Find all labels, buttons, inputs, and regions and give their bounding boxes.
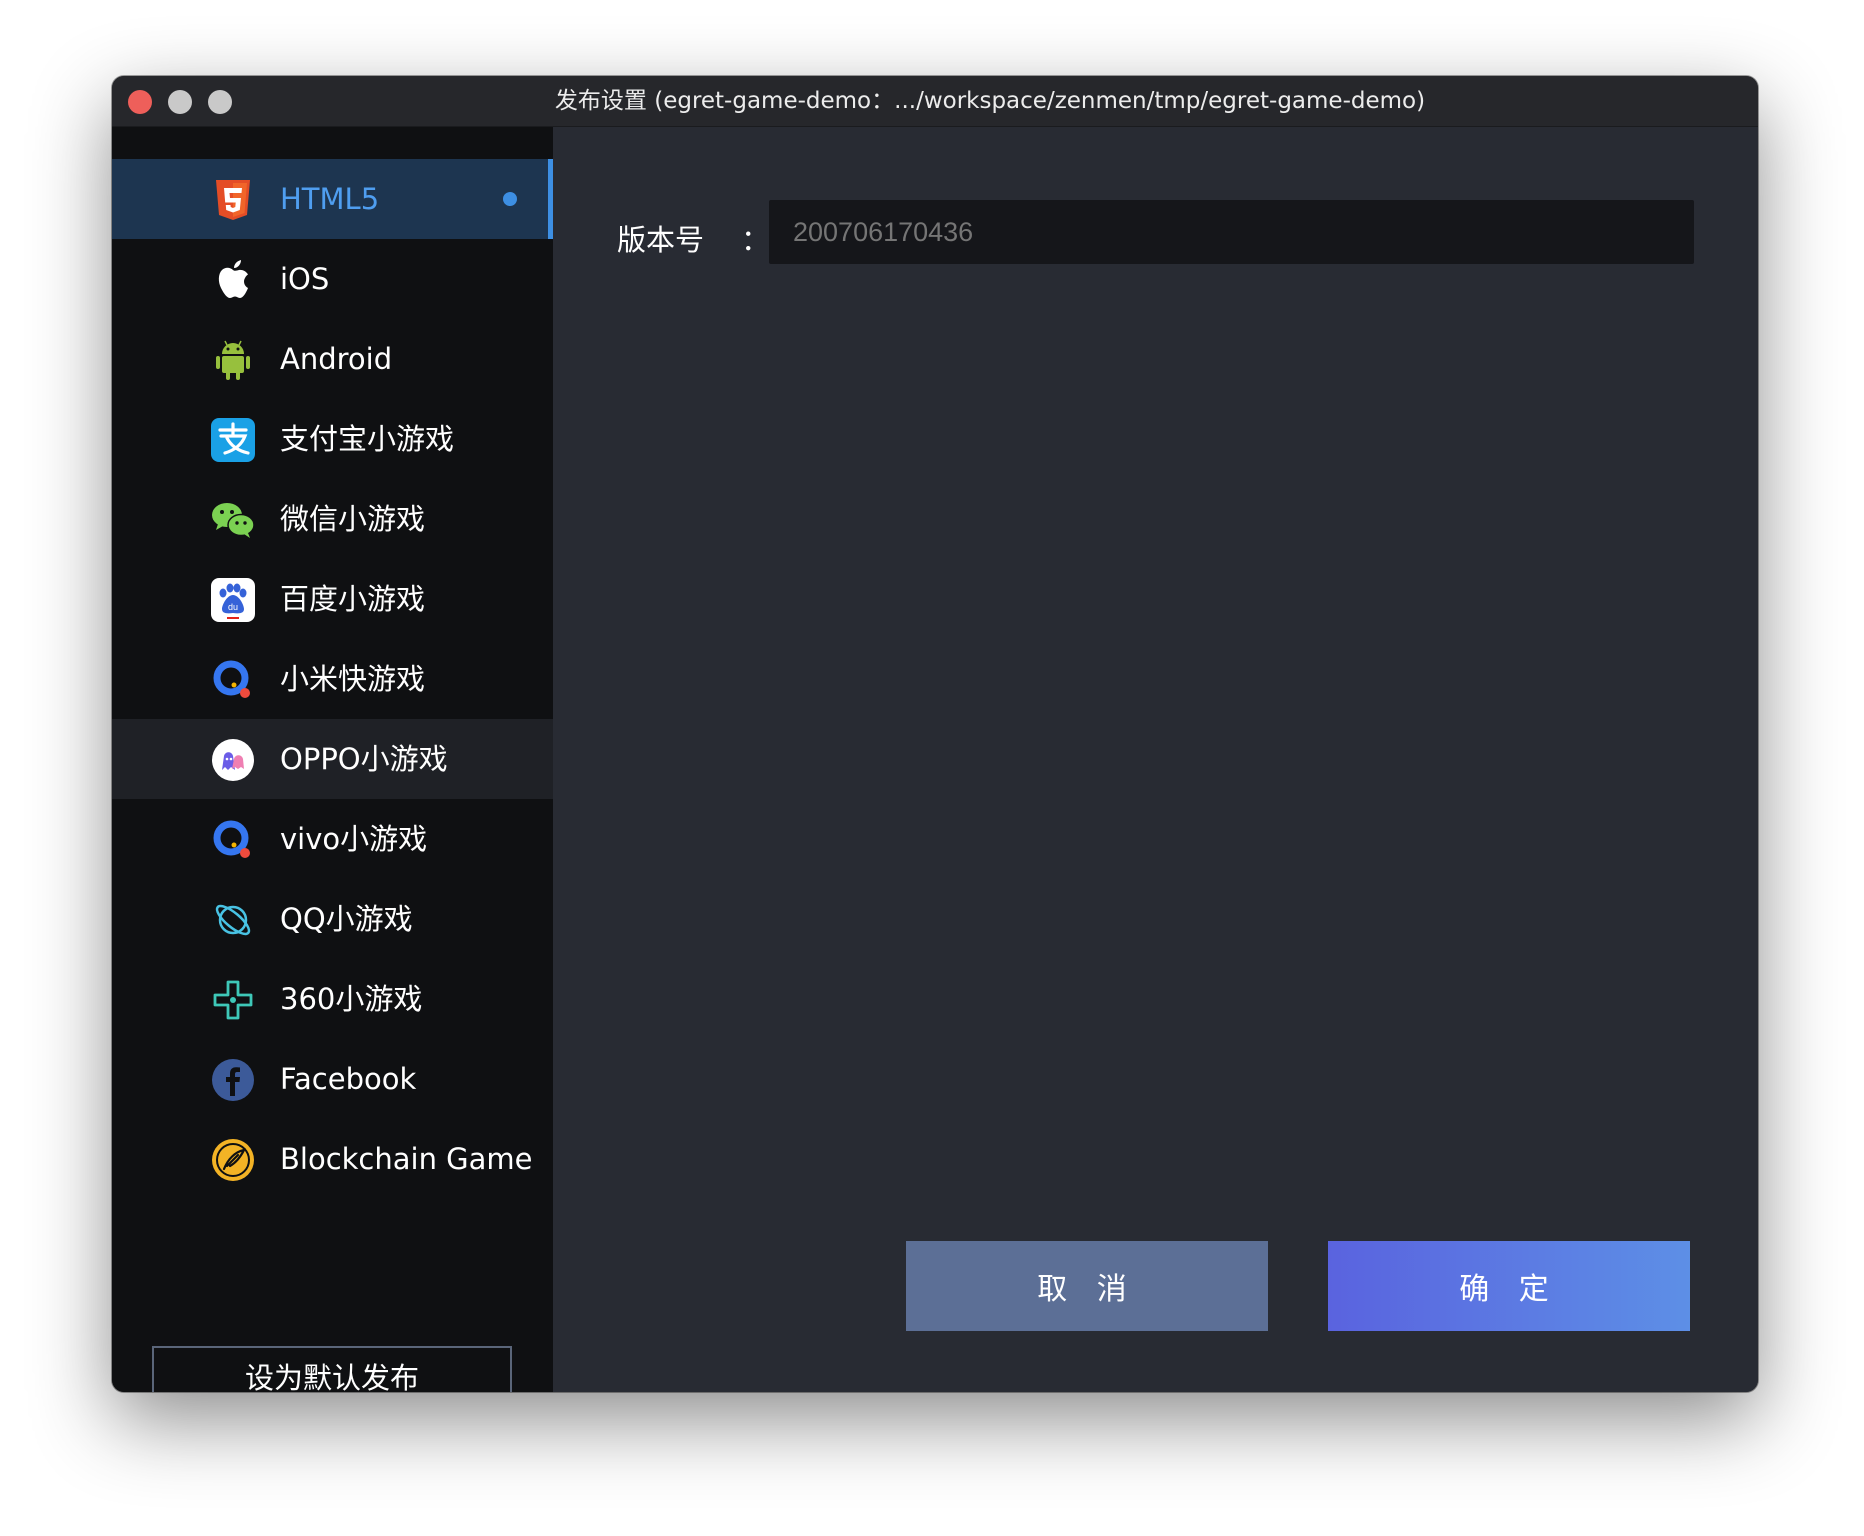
360-icon xyxy=(210,977,256,1023)
sidebar-item-label: OPPO小游戏 xyxy=(280,742,448,776)
sidebar-item-alipay[interactable]: 支付宝小游戏 xyxy=(112,399,553,479)
quickgame-icon xyxy=(210,657,256,703)
window-title: 发布设置 (egret-game-demo：.../workspace/zenm… xyxy=(554,88,1426,114)
sidebar-item-label: 微信小游戏 xyxy=(280,502,426,536)
cancel-button[interactable]: 取 消 xyxy=(906,1241,1268,1331)
sidebar-item-wechat[interactable]: 微信小游戏 xyxy=(112,479,553,559)
android-icon xyxy=(210,337,256,383)
sidebar-item-baidu[interactable]: du 百度小游戏 xyxy=(112,559,553,639)
wechat-icon xyxy=(210,497,256,543)
baidu-icon: du xyxy=(210,577,256,623)
alipay-icon xyxy=(210,417,256,463)
sidebar-item-label: vivo小游戏 xyxy=(280,822,428,856)
html5-icon xyxy=(210,177,256,223)
version-colon: ： xyxy=(741,223,771,257)
platform-list: HTML5 iOS Android 支付宝小游戏 微信小游戏 du 百度小游戏 … xyxy=(112,159,553,1199)
selected-dot-indicator xyxy=(503,192,517,206)
sidebar-item-oppo[interactable]: OPPO小游戏 xyxy=(112,719,553,799)
sidebar-item-label: Android xyxy=(280,342,393,376)
settings-panel: 版本号 ： 取 消 确 定 xyxy=(553,127,1758,1392)
facebook-icon xyxy=(210,1057,256,1103)
sidebar-item-label: Facebook xyxy=(280,1062,417,1096)
sidebar-item-360[interactable]: 360小游戏 xyxy=(112,959,553,1039)
sidebar-item-label: 360小游戏 xyxy=(280,982,423,1016)
sidebar-item-label: 小米快游戏 xyxy=(280,662,426,696)
confirm-button[interactable]: 确 定 xyxy=(1328,1241,1690,1331)
sidebar-item-android[interactable]: Android xyxy=(112,319,553,399)
version-input[interactable] xyxy=(769,200,1694,264)
sidebar-item-qq[interactable]: QQ小游戏 xyxy=(112,879,553,959)
sidebar-item-ios[interactable]: iOS xyxy=(112,239,553,319)
sidebar-item-facebook[interactable]: Facebook xyxy=(112,1039,553,1119)
publish-settings-window: 发布设置 (egret-game-demo：.../workspace/zenm… xyxy=(112,76,1758,1392)
oppo-icon xyxy=(210,737,256,783)
sidebar-item-vivo[interactable]: vivo小游戏 xyxy=(112,799,553,879)
sidebar-item-label: HTML5 xyxy=(280,182,380,216)
platform-sidebar: HTML5 iOS Android 支付宝小游戏 微信小游戏 du 百度小游戏 … xyxy=(112,127,553,1392)
sidebar-item-blockchain[interactable]: Blockchain Game xyxy=(112,1119,553,1199)
qq-planet-icon xyxy=(210,897,256,943)
set-default-publish-button[interactable]: 设为默认发布 xyxy=(152,1346,512,1392)
sidebar-item-xiaomi[interactable]: 小米快游戏 xyxy=(112,639,553,719)
version-label: 版本号 xyxy=(617,223,705,257)
sidebar-item-label: 百度小游戏 xyxy=(280,582,426,616)
sidebar-item-label: iOS xyxy=(280,262,330,296)
svg-text:du: du xyxy=(228,602,238,612)
sidebar-item-label: Blockchain Game xyxy=(280,1142,533,1176)
blockchain-icon xyxy=(210,1137,256,1183)
apple-icon xyxy=(210,257,256,303)
sidebar-item-label: QQ小游戏 xyxy=(280,902,413,936)
quickgame-icon xyxy=(210,817,256,863)
sidebar-item-label: 支付宝小游戏 xyxy=(280,422,455,456)
sidebar-item-html5[interactable]: HTML5 xyxy=(112,159,553,239)
title-bar[interactable]: 发布设置 (egret-game-demo：.../workspace/zenm… xyxy=(112,76,1758,127)
